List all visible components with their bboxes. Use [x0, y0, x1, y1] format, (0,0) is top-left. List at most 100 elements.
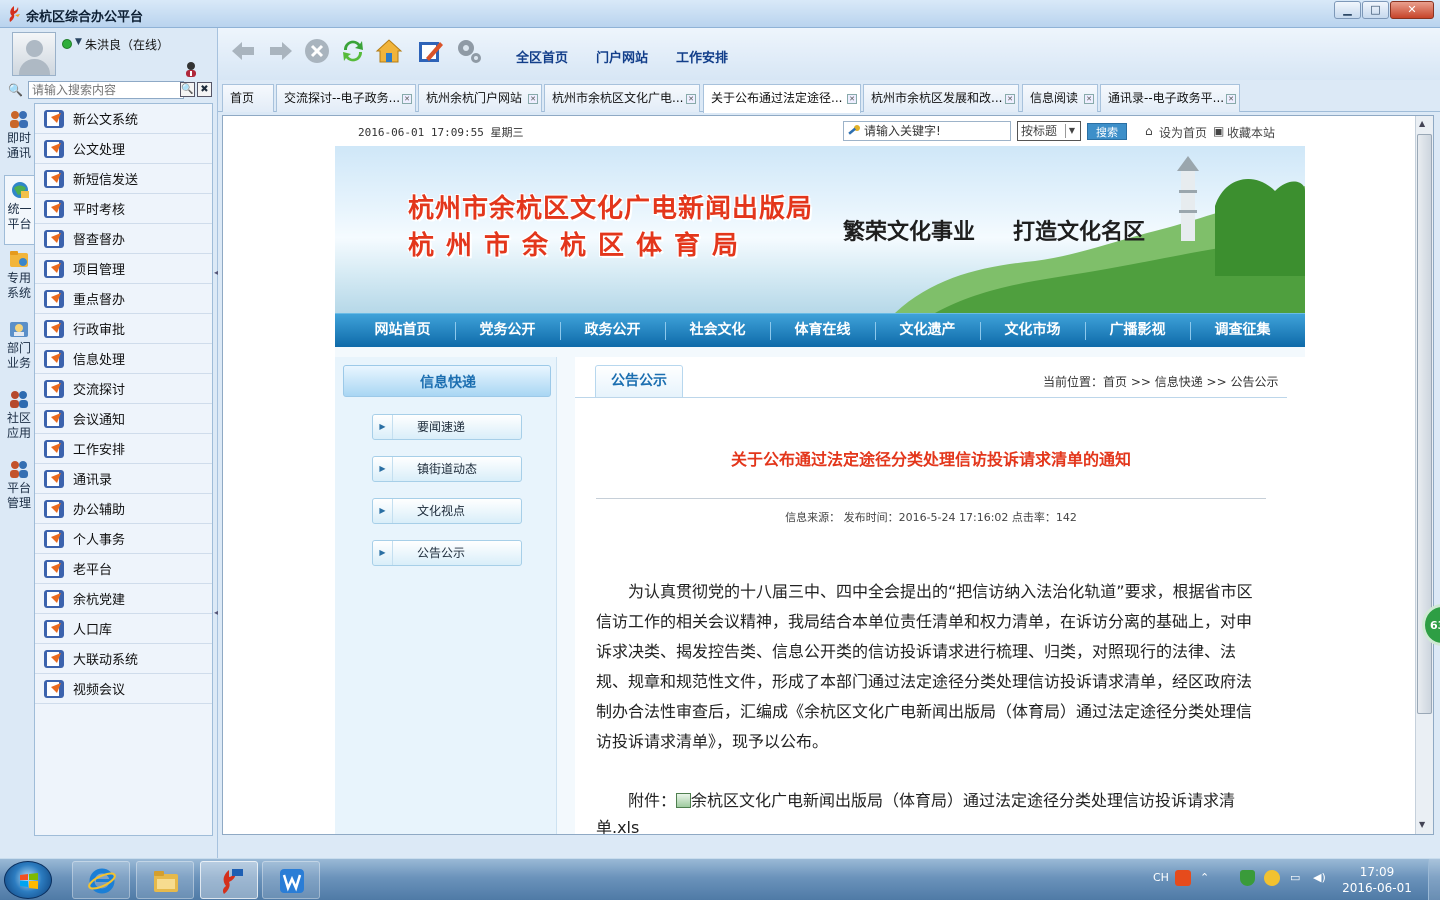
keyword-input[interactable]: 请输入关键字! — [843, 121, 1011, 141]
link-work-schedule[interactable]: 工作安排 — [676, 47, 728, 66]
sidebar-link-news[interactable]: ▶ 要闻速递 — [372, 414, 522, 440]
menu-item-info-processing[interactable]: 信息处理 — [35, 344, 212, 374]
taskbar-ie[interactable] — [72, 861, 130, 899]
tab-close-icon[interactable]: ✕ — [847, 94, 857, 104]
menu-item-assessment[interactable]: 平时考核 — [35, 194, 212, 224]
menu-item-meeting-notice[interactable]: 会议通知 — [35, 404, 212, 434]
nav-broadcast-film[interactable]: 广播影视 — [1085, 314, 1190, 348]
settings-icon[interactable] — [454, 36, 484, 66]
bookmark-link[interactable]: 收藏本站 — [1227, 124, 1275, 141]
tab-close-icon[interactable]: ✕ — [1005, 94, 1015, 104]
vtab-platform-admin[interactable]: 平台管理 — [4, 455, 34, 525]
menu-item-work-schedule[interactable]: 工作安排 — [35, 434, 212, 464]
link-portal[interactable]: 门户网站 — [596, 47, 648, 66]
sidebar-link-street-news[interactable]: ▶ 镇街道动态 — [372, 456, 522, 482]
tab-close-icon[interactable]: ✕ — [402, 94, 412, 104]
search-input[interactable] — [28, 81, 184, 99]
home-icon[interactable] — [374, 36, 404, 66]
tab-development[interactable]: 杭州市余杭区发展和改... ✕ — [863, 84, 1019, 112]
back-icon[interactable] — [228, 36, 258, 66]
search-button[interactable]: 🔍 — [180, 82, 195, 97]
nav-culture-market[interactable]: 文化市场 — [980, 314, 1085, 348]
refresh-icon[interactable] — [338, 36, 368, 66]
system-clock[interactable]: 17:09 2016-06-01 — [1340, 864, 1414, 896]
close-button[interactable]: ✕ — [1390, 1, 1434, 19]
attachment-link[interactable]: 余杭区文化广电新闻出版局（体育局）通过法定途径分类处理信访投诉请求清单.xls — [596, 791, 1235, 834]
tab-info-reading[interactable]: 信息阅读 ✕ — [1022, 84, 1098, 112]
menu-item-linkage-system[interactable]: 大联动系统 — [35, 644, 212, 674]
edit-icon[interactable] — [416, 36, 446, 66]
tab-close-icon[interactable]: ✕ — [1226, 94, 1236, 104]
tab-notice-article[interactable]: 关于公布通过法定途径... ✕ — [703, 84, 861, 113]
vtab-dept-business[interactable]: 部门业务 — [4, 315, 34, 385]
tab-home[interactable]: 首页 — [222, 84, 274, 112]
link-district-home[interactable]: 全区首页 — [516, 47, 568, 66]
collapse-arrow-icon[interactable]: ◂ — [214, 268, 218, 277]
menu-item-office-assist[interactable]: 办公辅助 — [35, 494, 212, 524]
tab-portal[interactable]: 杭州余杭门户网站 ✕ — [418, 84, 542, 112]
forward-icon[interactable] — [266, 36, 296, 66]
vtab-unified-platform[interactable]: 统一平台 — [4, 175, 34, 245]
nav-gov-affairs[interactable]: 政务公开 — [560, 314, 665, 348]
scroll-up-icon[interactable]: ▲ — [1419, 119, 1425, 128]
menu-item-video-conference[interactable]: 视频会议 — [35, 674, 212, 704]
tray-app-icon[interactable] — [1264, 870, 1280, 886]
maximize-button[interactable]: □ — [1362, 1, 1389, 19]
menu-item-population-db[interactable]: 人口库 — [35, 614, 212, 644]
security-shield-icon[interactable] — [1240, 870, 1255, 886]
network-icon[interactable]: ▭ — [1290, 871, 1300, 884]
nav-survey[interactable]: 调查征集 — [1190, 314, 1295, 348]
menu-item-personal-affairs[interactable]: 个人事务 — [35, 524, 212, 554]
vtab-community-apps[interactable]: 社区应用 — [4, 385, 34, 455]
set-home-link[interactable]: 设为首页 — [1159, 124, 1207, 141]
vtab-im[interactable]: 即时通讯 — [4, 105, 34, 175]
contact-person-icon[interactable] — [183, 61, 199, 77]
menu-item-address-book[interactable]: 通讯录 — [35, 464, 212, 494]
collapse-arrow-icon[interactable]: ◂ — [214, 608, 218, 617]
tab-address-book[interactable]: 通讯录--电子政务平... ✕ — [1100, 84, 1240, 112]
tab-close-icon[interactable]: ✕ — [1084, 94, 1094, 104]
online-status-icon[interactable] — [62, 39, 72, 49]
nav-sports-online[interactable]: 体育在线 — [770, 314, 875, 348]
tab-close-icon[interactable]: ✕ — [528, 94, 538, 104]
minimize-button[interactable]: ▁ — [1334, 1, 1361, 19]
tab-discussion[interactable]: 交流探讨--电子政务... ✕ — [276, 84, 416, 112]
vtab-special-system[interactable]: 专用系统 — [4, 245, 34, 315]
avatar[interactable] — [12, 32, 56, 76]
start-button[interactable] — [4, 861, 52, 899]
site-search-button[interactable]: 搜索 — [1087, 123, 1127, 140]
nav-social-culture[interactable]: 社会文化 — [665, 314, 770, 348]
menu-item-project-management[interactable]: 项目管理 — [35, 254, 212, 284]
panel-splitter[interactable]: ◂ ◂ — [213, 268, 218, 618]
stop-icon[interactable] — [302, 36, 332, 66]
menu-item-sms-send[interactable]: 新短信发送 — [35, 164, 212, 194]
menu-item-supervision[interactable]: 督查督办 — [35, 224, 212, 254]
scroll-down-icon[interactable]: ▼ — [1419, 820, 1425, 829]
search-mode-select[interactable]: 按标题 ▼ — [1017, 121, 1081, 141]
clear-search-button[interactable]: ✖ — [197, 82, 212, 97]
menu-item-discussion[interactable]: 交流探讨 — [35, 374, 212, 404]
menu-item-document-processing[interactable]: 公文处理 — [35, 134, 212, 164]
nav-cultural-heritage[interactable]: 文化遗产 — [875, 314, 980, 348]
show-desktop-button[interactable] — [1428, 859, 1440, 900]
tab-close-icon[interactable]: ✕ — [686, 94, 696, 104]
sidebar-link-notices[interactable]: ▶ 公告公示 — [372, 540, 522, 566]
taskbar-wps[interactable] — [262, 861, 320, 899]
menu-item-admin-approval[interactable]: 行政审批 — [35, 314, 212, 344]
sidebar-link-culture-view[interactable]: ▶ 文化视点 — [372, 498, 522, 524]
status-dropdown-icon[interactable]: ▼ — [75, 37, 82, 47]
menu-item-new-document-system[interactable]: 新公文系统 — [35, 104, 212, 134]
nav-home[interactable]: 网站首页 — [350, 314, 455, 348]
volume-icon[interactable]: ◀) — [1313, 871, 1326, 884]
tray-expand-icon[interactable]: ⌃ — [1200, 871, 1209, 884]
input-language[interactable]: CH — [1153, 871, 1169, 884]
section-tab[interactable]: 公告公示 — [595, 365, 683, 397]
nav-party-affairs[interactable]: 党务公开 — [455, 314, 560, 348]
menu-item-key-supervision[interactable]: 重点督办 — [35, 284, 212, 314]
vertical-scrollbar[interactable]: ▲ ▼ — [1415, 116, 1433, 834]
menu-item-party-building[interactable]: 余杭党建 — [35, 584, 212, 614]
sogou-input-icon[interactable] — [1175, 870, 1191, 886]
menu-item-old-platform[interactable]: 老平台 — [35, 554, 212, 584]
tab-culture-bureau[interactable]: 杭州市余杭区文化广电... ✕ — [544, 84, 700, 112]
taskbar-explorer[interactable] — [136, 861, 194, 899]
